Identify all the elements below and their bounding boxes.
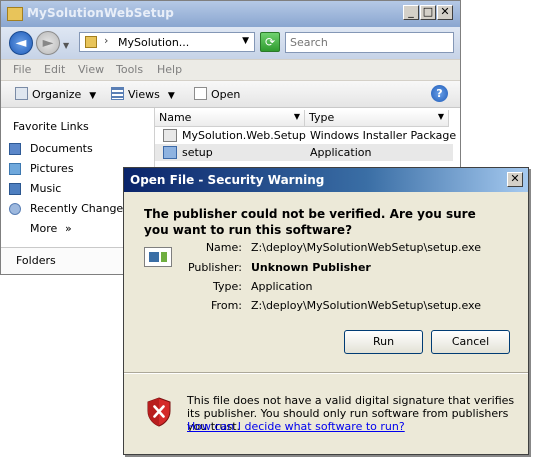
double-chevron-right-icon: » (65, 222, 72, 235)
views-icon (111, 87, 124, 100)
from-value: Z:\deploy\MySolutionWebSetup\setup.exe (251, 299, 481, 312)
red-shield-x-icon (147, 397, 171, 427)
back-arrow-icon: ◄ (15, 35, 27, 51)
open-label: Open (211, 88, 241, 101)
dialog-separator (124, 372, 528, 374)
favorite-label: Documents (30, 142, 93, 155)
music-icon (9, 183, 21, 195)
folders-label: Folders (16, 254, 56, 267)
open-button[interactable]: Open (194, 87, 240, 101)
more-label: More (30, 222, 58, 235)
menu-edit[interactable]: Edit (44, 63, 65, 76)
type-value: Application (251, 280, 313, 293)
file-row[interactable]: setup Application (155, 144, 453, 161)
favorite-links-title: Favorite Links (13, 120, 89, 133)
publisher-label: Publisher: (187, 261, 242, 274)
security-warning-dialog: Open File - Security Warning ✕ The publi… (123, 167, 529, 455)
command-bar: Organize ▼ Views ▼ Open ? (1, 81, 460, 108)
close-button[interactable]: ✕ (507, 172, 523, 187)
menu-tools[interactable]: Tools (116, 63, 143, 76)
warning-question: The publisher could not be verified. Are… (144, 207, 476, 237)
address-bar-row: ◄ ► ▼ › MySolution... ▼ ⟳ (1, 27, 460, 59)
organize-label: Organize (32, 88, 82, 101)
column-header-label: Type (309, 111, 335, 124)
pictures-icon (9, 163, 21, 175)
folder-icon (85, 36, 97, 48)
dialog-title-bar[interactable]: Open File - Security Warning ✕ (124, 168, 528, 192)
forward-button[interactable]: ► (36, 31, 60, 55)
minimize-button[interactable]: _ (403, 5, 419, 20)
file-row[interactable]: MySolution.Web.Setup Windows Installer P… (155, 127, 457, 144)
document-icon (194, 87, 207, 100)
breadcrumb-separator-icon: › (104, 34, 109, 47)
chevron-down-icon[interactable]: ▼ (242, 36, 249, 46)
chevron-down-icon: ▼ (89, 91, 97, 101)
chevron-down-icon: ▼ (167, 91, 175, 101)
documents-icon (9, 143, 21, 155)
views-button[interactable]: Views ▼ (111, 87, 175, 101)
organize-icon (15, 87, 28, 100)
refresh-button[interactable]: ⟳ (260, 32, 280, 52)
menu-bar: File Edit View Tools Help (1, 60, 460, 80)
file-name: MySolution.Web.Setup (182, 129, 306, 142)
favorite-label: Recently Changed (30, 202, 131, 215)
folder-icon (7, 7, 23, 21)
back-button[interactable]: ◄ (9, 31, 33, 55)
views-label: Views (128, 88, 160, 101)
column-header-label: Name (159, 111, 192, 124)
name-value: Z:\deploy\MySolutionWebSetup\setup.exe (251, 241, 481, 254)
publisher-value: Unknown Publisher (251, 261, 371, 274)
favorite-label: Music (30, 182, 62, 195)
column-header-type[interactable]: Type ▼ (305, 110, 449, 127)
run-button[interactable]: Run (344, 330, 423, 354)
name-label: Name: (205, 241, 242, 254)
menu-view[interactable]: View (78, 63, 104, 76)
setup-application-icon (163, 146, 177, 159)
recently-changed-icon (9, 203, 21, 215)
forward-arrow-icon: ► (42, 35, 54, 51)
search-box[interactable] (285, 32, 454, 53)
maximize-button[interactable]: □ (420, 5, 436, 20)
organize-button[interactable]: Organize ▼ (15, 87, 96, 101)
help-link[interactable]: How can I decide what software to run? (187, 420, 405, 433)
explorer-title: MySolutionWebSetup (27, 6, 174, 20)
help-icon[interactable]: ? (431, 85, 448, 102)
address-bar[interactable]: › MySolution... ▼ (79, 32, 255, 52)
recent-pages-chevron-icon[interactable]: ▼ (63, 41, 69, 50)
file-type: Windows Installer Package (310, 129, 457, 142)
refresh-icon: ⟳ (264, 35, 276, 49)
installer-package-icon (163, 129, 177, 142)
from-label: From: (211, 299, 242, 312)
file-name: setup (182, 146, 213, 159)
favorite-label: Pictures (30, 162, 74, 175)
type-label: Type: (213, 280, 242, 293)
file-type: Application (310, 146, 372, 159)
cancel-button[interactable]: Cancel (431, 330, 510, 354)
column-header-name[interactable]: Name ▼ (155, 110, 305, 127)
address-text: MySolution... (118, 36, 190, 49)
menu-file[interactable]: File (13, 63, 31, 76)
search-input[interactable] (286, 33, 444, 52)
chevron-down-icon[interactable]: ▼ (294, 112, 300, 121)
dialog-title: Open File - Security Warning (130, 173, 325, 187)
close-button[interactable]: ✕ (437, 5, 453, 20)
chevron-down-icon[interactable]: ▼ (438, 112, 444, 121)
explorer-title-bar[interactable]: MySolutionWebSetup _ □ ✕ (1, 1, 460, 27)
menu-help[interactable]: Help (157, 63, 182, 76)
